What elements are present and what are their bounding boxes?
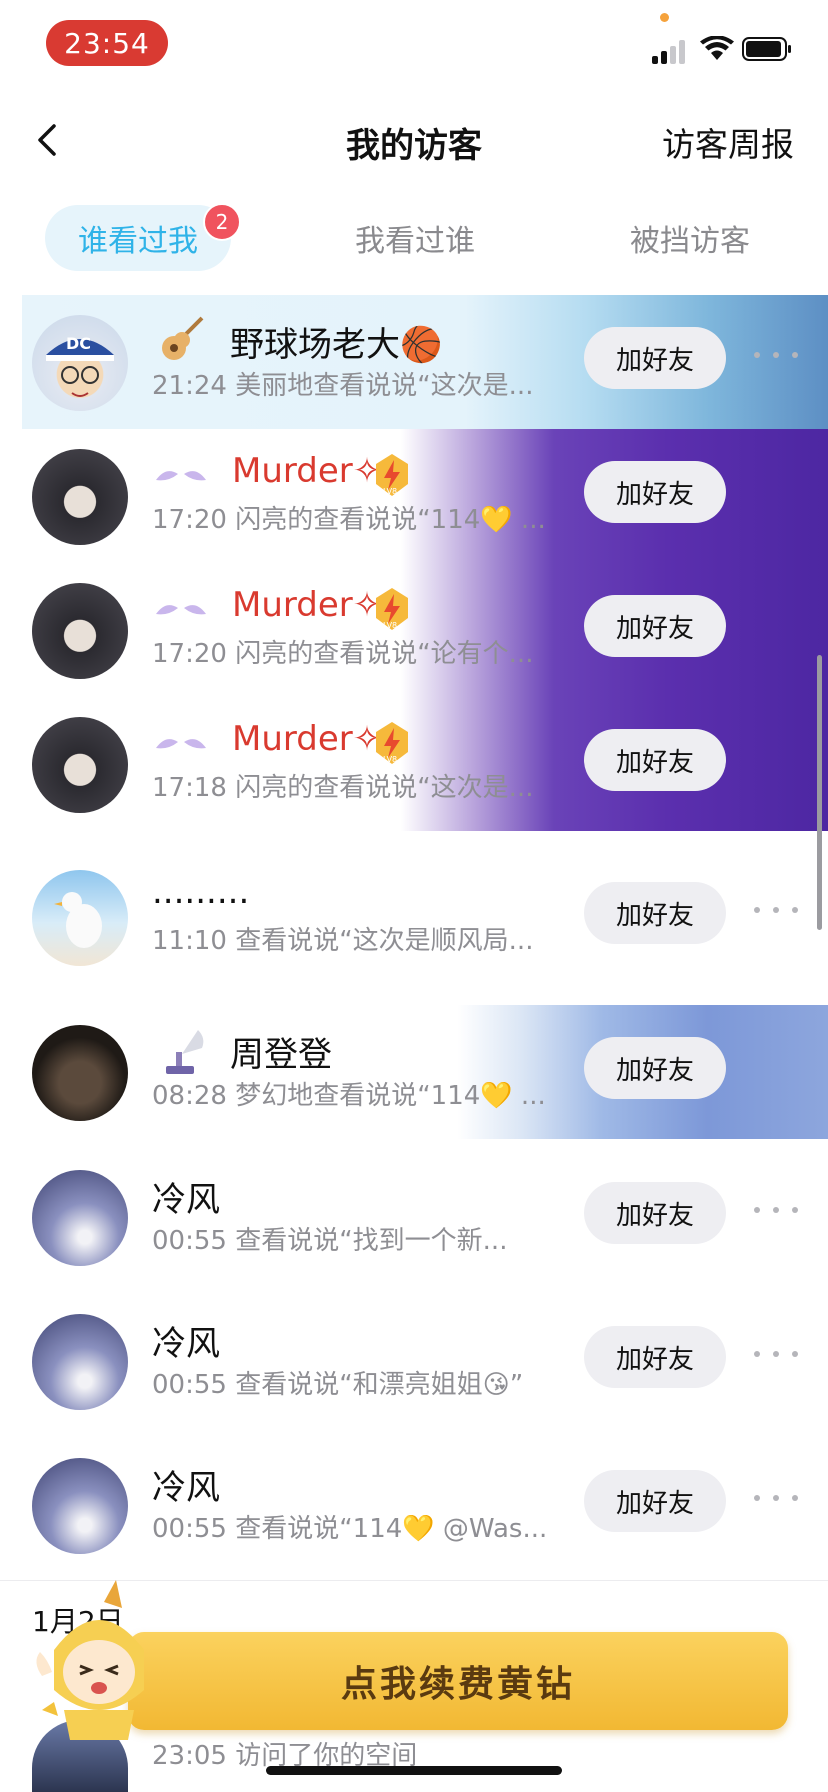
- visitor-row[interactable]: ......... 11:10 查看说说“这次是顺风局... 加好友: [22, 850, 828, 984]
- add-friend-button[interactable]: 加好友: [584, 1470, 726, 1532]
- visitor-name: 周登登: [230, 1035, 332, 1075]
- svg-text:DC: DC: [66, 334, 91, 353]
- scrollbar[interactable]: [817, 655, 822, 930]
- avatar[interactable]: [32, 1025, 128, 1121]
- wings-icon: [152, 581, 210, 637]
- more-icon[interactable]: [754, 1344, 798, 1364]
- more-icon[interactable]: [754, 900, 798, 920]
- visitor-name: Murder✧: [232, 585, 382, 625]
- more-icon[interactable]: [754, 345, 798, 365]
- add-friend-button[interactable]: 加好友: [584, 729, 726, 791]
- visitor-name: .........: [152, 872, 250, 912]
- visitor-row[interactable]: 冷风 00:55 查看说说“找到一个新... 加好友: [22, 1150, 828, 1284]
- visit-info: 21:24 美丽地查看说说“这次是...: [152, 371, 534, 401]
- svg-text:LV8: LV8: [383, 487, 397, 496]
- visitor-row[interactable]: Murder✧ LV8 17:18 闪亮的查看说说“这次是... 加好友: [22, 697, 828, 831]
- visitor-row[interactable]: 冷风 00:55 查看说说“114💛 @Was... 加好友: [22, 1438, 828, 1572]
- add-friend-button[interactable]: 加好友: [584, 327, 726, 389]
- visit-info: 17:20 闪亮的查看说说“114💛 ...: [152, 505, 546, 535]
- home-indicator[interactable]: [266, 1766, 562, 1775]
- tab-blocked-visitors[interactable]: 被挡访客: [600, 205, 780, 271]
- visitor-row[interactable]: Murder✧ LV8 17:20 闪亮的查看说说“论有个... 加好友: [22, 563, 828, 697]
- vip-badge-icon: LV8: [372, 581, 412, 637]
- add-friend-button[interactable]: 加好友: [584, 461, 726, 523]
- visitor-name: 野球场老大🏀: [230, 325, 443, 365]
- nav-bar: 我的访客 访客周报: [0, 100, 828, 180]
- add-friend-button[interactable]: 加好友: [584, 595, 726, 657]
- visit-info: 17:18 闪亮的查看说说“这次是...: [152, 773, 534, 803]
- visit-info: 08:28 梦幻地查看说说“114💛 ...: [152, 1081, 546, 1111]
- more-icon[interactable]: [754, 1200, 798, 1220]
- renew-yellow-diamond-button[interactable]: 点我续费黄钻: [128, 1632, 788, 1730]
- add-friend-button[interactable]: 加好友: [584, 882, 726, 944]
- visitor-row[interactable]: 周登登 08:28 梦幻地查看说说“114💛 ... 加好友: [22, 1005, 828, 1139]
- visitor-name: 冷风: [152, 1180, 220, 1220]
- tab-who-i-viewed[interactable]: 我看过谁: [330, 205, 500, 271]
- svg-text:LV8: LV8: [383, 755, 397, 764]
- privacy-indicator-dot: [660, 13, 669, 22]
- avatar[interactable]: DC: [32, 315, 128, 411]
- visitor-name: 冷风: [152, 1468, 220, 1508]
- avatar[interactable]: [32, 583, 128, 679]
- visitor-row[interactable]: Murder✧ LV8 17:20 闪亮的查看说说“114💛 ... 加好友: [22, 429, 828, 563]
- visitor-row[interactable]: DC 野球场老大🏀 21:24 美丽地查看说说“这次是... 加好友: [22, 295, 828, 429]
- visitor-name: Murder✧: [232, 451, 382, 491]
- svg-text:LV8: LV8: [383, 621, 397, 630]
- avatar[interactable]: [32, 1458, 128, 1554]
- guitar-icon: [154, 313, 208, 369]
- status-time: 23:54: [46, 20, 168, 66]
- visit-info: 00:55 查看说说“和漂亮姐姐😘”: [152, 1370, 524, 1400]
- phonograph-icon: [158, 1023, 208, 1079]
- status-bar: 23:54: [0, 0, 828, 90]
- more-icon[interactable]: [754, 1488, 798, 1508]
- wings-icon: [152, 447, 210, 503]
- vip-badge-icon: LV8: [372, 715, 412, 771]
- add-friend-button[interactable]: 加好友: [584, 1037, 726, 1099]
- wifi-icon: [700, 36, 734, 60]
- avatar[interactable]: [32, 870, 128, 966]
- battery-icon: [742, 37, 791, 61]
- avatar[interactable]: [32, 1314, 128, 1410]
- add-friend-button[interactable]: 加好友: [584, 1326, 726, 1388]
- weekly-report-link[interactable]: 访客周报: [662, 118, 794, 166]
- avatar[interactable]: [32, 1170, 128, 1266]
- signal-icon: [652, 38, 690, 64]
- visitor-row[interactable]: 冷风 00:55 查看说说“和漂亮姐姐😘” 加好友: [22, 1294, 828, 1428]
- visit-info: 17:20 闪亮的查看说说“论有个...: [152, 639, 534, 669]
- visit-info: 00:55 查看说说“找到一个新...: [152, 1226, 508, 1256]
- visitor-name: 冷风: [152, 1324, 220, 1364]
- wings-icon: [152, 715, 210, 771]
- visit-info: 11:10 查看说说“这次是顺风局...: [152, 926, 534, 956]
- visit-info: 00:55 查看说说“114💛 @Was...: [152, 1514, 548, 1544]
- tab-badge: 2: [203, 203, 241, 241]
- tab-bar: 谁看过我 2 我看过谁 被挡访客: [0, 203, 828, 275]
- avatar[interactable]: [32, 717, 128, 813]
- vip-badge-icon: LV8: [372, 447, 412, 503]
- visitor-name: Murder✧: [232, 719, 382, 759]
- mascot-icon: [36, 1580, 144, 1740]
- avatar[interactable]: [32, 449, 128, 545]
- add-friend-button[interactable]: 加好友: [584, 1182, 726, 1244]
